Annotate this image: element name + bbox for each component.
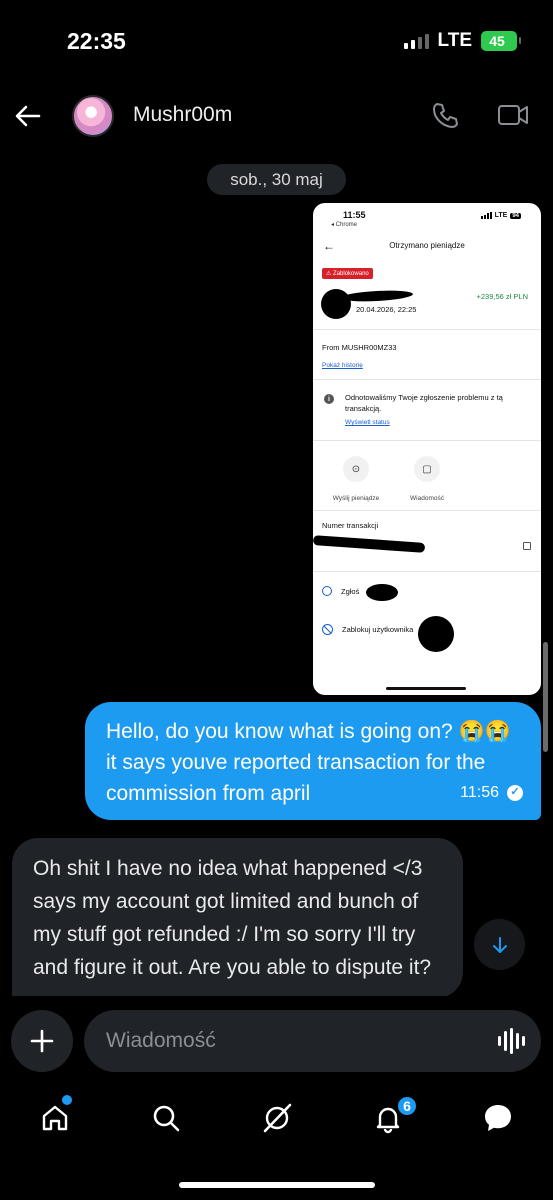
avatar[interactable] <box>72 95 114 137</box>
shot-action-send-label: Wyślij pieniądze <box>332 495 380 502</box>
shot-report-label: Zgłoś <box>341 586 360 596</box>
add-attachment-button[interactable] <box>11 1010 73 1072</box>
shot-amount: +239,56 zł PLN <box>476 292 529 301</box>
divider <box>313 440 541 441</box>
home-indicator[interactable] <box>179 1182 375 1188</box>
phone-icon <box>433 103 458 128</box>
shot-from: From MUSHR00MZ33 <box>322 343 397 352</box>
user-icon <box>322 586 332 596</box>
shot-history-link: Pokaż historię <box>322 362 363 369</box>
shot-status-time: 11:55 <box>343 210 366 220</box>
shot-block-label: Zablokuj użytkownika <box>342 625 414 634</box>
scroll-to-bottom-button[interactable] <box>474 919 525 970</box>
nav-messages[interactable] <box>478 1098 518 1138</box>
arrow-down-icon <box>492 936 507 953</box>
redaction-scribble <box>313 535 426 553</box>
send-money-icon: ⊙ <box>343 456 369 482</box>
search-icon <box>153 1105 180 1132</box>
network-label: LTE <box>437 30 472 51</box>
shot-blocked-badge: ⚠ Zablokowano <box>322 268 373 279</box>
shot-status-app: ◂ Chrome <box>331 222 358 228</box>
status-indicators: LTE 45 <box>403 30 521 52</box>
bottom-nav: 6 <box>0 1088 553 1148</box>
message-bubble-outgoing[interactable]: Hello, do you know what is going on? 😭😭 … <box>85 702 541 820</box>
back-button[interactable] <box>12 100 44 132</box>
image-attachment[interactable]: 11:55 ◂ Chrome LTE 94 ← Otrzymano pienią… <box>313 203 541 695</box>
message-meta: 11:56 ✓ <box>460 777 523 808</box>
nav-grok[interactable] <box>257 1098 297 1138</box>
date-separator: sob., 30 maj <box>207 164 346 195</box>
copy-icon <box>523 542 531 550</box>
shot-battery: 94 <box>510 212 521 219</box>
shot-home-indicator <box>386 687 466 690</box>
shot-status-link: Wyświetl status <box>345 419 390 426</box>
nav-search[interactable] <box>146 1098 186 1138</box>
shot-notice-text: Odnotowaliśmy Twoje zgłoszenie problemu … <box>345 393 503 413</box>
shot-status-indicators: LTE 94 <box>480 212 521 219</box>
message-composer <box>84 1010 541 1072</box>
divider <box>313 571 541 572</box>
home-notification-dot <box>62 1095 72 1105</box>
shot-action-message: ▢ Wiadomość <box>387 456 467 505</box>
chat-header: Mushr00m <box>0 88 553 144</box>
shot-title: Otrzymano pieniądze <box>389 241 465 250</box>
notification-count-badge: 6 <box>396 1095 418 1117</box>
message-input[interactable] <box>106 1010 476 1072</box>
divider <box>313 379 541 380</box>
message-text: Oh shit I have no idea what happened </3… <box>33 857 432 979</box>
shot-action-message-label: Wiadomość <box>410 495 444 502</box>
shot-block-row: Zablokuj użytkownika <box>322 624 413 635</box>
status-time: 22:35 <box>67 28 126 54</box>
block-icon <box>322 624 333 635</box>
message-icon: ▢ <box>414 456 440 482</box>
plus-icon <box>30 1029 54 1053</box>
video-camera-icon <box>498 105 528 125</box>
signal-icon <box>403 33 429 49</box>
shot-transaction-label: Numer transakcji <box>322 521 379 530</box>
read-check-icon: ✓ <box>507 784 523 801</box>
scrollbar[interactable] <box>543 642 548 752</box>
message-text: Hello, do you know what is going on? 😭😭 … <box>106 720 511 805</box>
message-bubble-incoming[interactable]: Oh shit I have no idea what happened </3… <box>12 838 463 998</box>
shot-action-send: ⊙ Wyślij pieniądze <box>316 456 396 505</box>
shot-signal-icon <box>480 212 492 219</box>
info-icon: i <box>324 394 334 404</box>
redaction-scribble <box>340 289 414 303</box>
divider <box>313 329 541 330</box>
message-time: 11:56 <box>460 784 499 801</box>
shot-badge-label: Zablokowano <box>333 271 369 277</box>
divider <box>313 510 541 511</box>
shot-notice: Odnotowaliśmy Twoje zgłoszenie problemu … <box>345 392 535 428</box>
shot-network: LTE <box>494 212 508 219</box>
voice-message-button[interactable] <box>497 1027 525 1055</box>
battery-icon: 45 <box>481 31 521 51</box>
composer-backdrop <box>0 996 553 1010</box>
grok-icon <box>263 1103 292 1133</box>
redaction-scribble <box>418 616 454 652</box>
arrow-left-icon <box>15 105 41 127</box>
shot-datetime: 20.04.2026, 22:25 <box>356 305 417 314</box>
redaction-scribble <box>366 584 398 601</box>
shot-report-row: Zgłoś <box>322 586 359 596</box>
messages-icon <box>485 1105 511 1131</box>
contact-name[interactable]: Mushr00m <box>133 103 232 127</box>
home-icon <box>42 1105 68 1131</box>
battery-level: 45 <box>489 33 505 49</box>
redaction-scribble <box>321 289 351 319</box>
call-button[interactable] <box>430 100 460 130</box>
video-call-button[interactable] <box>496 100 530 130</box>
